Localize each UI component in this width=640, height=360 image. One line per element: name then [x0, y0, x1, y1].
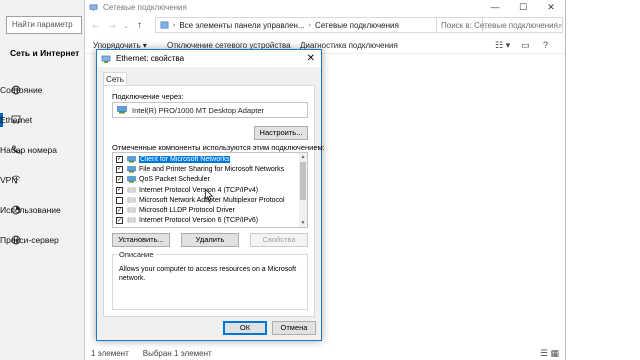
- description-legend: Описание: [117, 250, 156, 259]
- connect-using-label: Подключение через:: [112, 92, 184, 101]
- settings-window: Найти параметр Сеть и Интернет Состояние…: [0, 0, 84, 360]
- settings-nav-label: Использование: [0, 205, 61, 215]
- settings-nav-data-usage[interactable]: Использование: [0, 200, 84, 220]
- install-button[interactable]: Установить...: [112, 233, 170, 247]
- status-selected-count: Выбран 1 элемент: [142, 348, 212, 358]
- settings-nav-label: Состояние: [0, 85, 43, 95]
- settings-nav-label: VPN: [0, 175, 18, 185]
- back-arrow-icon[interactable]: ←: [91, 20, 101, 31]
- cancel-button[interactable]: Отмена: [272, 321, 316, 335]
- network-adapter-icon: [101, 55, 111, 63]
- list-item[interactable]: ✓ QoS Packet Scheduler: [113, 175, 301, 185]
- settings-nav-label: Ethernet: [0, 115, 33, 125]
- mouse-cursor-icon: [205, 189, 213, 201]
- scroll-up-icon[interactable]: ▲: [299, 153, 307, 161]
- control-panel-icon: [160, 21, 169, 29]
- list-item[interactable]: ✓ Client for Microsoft Networks: [113, 154, 301, 164]
- service-icon: [127, 166, 136, 173]
- protocol-icon: [127, 218, 136, 223]
- description-group: Описание Allows your computer to access …: [112, 250, 308, 310]
- network-connections-icon: [89, 3, 98, 11]
- maximize-button[interactable]: ☐: [509, 0, 537, 14]
- settings-nav-vpn[interactable]: VPN: [0, 170, 84, 190]
- view-options-icon[interactable]: ☷ ▾: [495, 40, 510, 51]
- protocol-icon: [127, 187, 136, 192]
- ok-button[interactable]: ОК: [223, 321, 267, 335]
- network-tab-panel: Подключение через: Intel(R) PRO/1000 MT …: [103, 85, 325, 317]
- settings-nav-label: Набор номера: [0, 145, 57, 155]
- adapter-field: Intel(R) PRO/1000 MT Desktop Adapter: [112, 102, 308, 118]
- address-bar-row: ← → ⌄ ↑ › Все элементы панели управлен..…: [85, 15, 565, 35]
- component-label: Microsoft LLDP Protocol Driver: [139, 207, 235, 215]
- dialog-titlebar: Ethernet: свойства ✕: [97, 50, 321, 67]
- component-checkbox[interactable]: ✓: [116, 217, 123, 225]
- client-icon: [127, 155, 136, 163]
- explorer-titlebar: Сетевые подключения — ☐ ✕: [85, 0, 565, 14]
- component-checkbox[interactable]: ✓: [116, 186, 123, 194]
- component-checkbox[interactable]: ✓: [116, 165, 123, 173]
- protocol-icon: [127, 207, 136, 213]
- protocol-icon: [127, 197, 136, 203]
- scrollbar-thumb[interactable]: [300, 162, 306, 200]
- preview-pane-icon[interactable]: ▭: [521, 40, 530, 51]
- explorer-search-placeholder: Поиск в: Сетевые подключения: [441, 21, 558, 30]
- properties-button[interactable]: Свойства: [250, 233, 308, 247]
- up-arrow-icon[interactable]: ↑: [137, 20, 142, 31]
- list-item[interactable]: ✓ Internet Protocol Version 6 (TCP/IPv6): [113, 216, 301, 226]
- search-icon: ⌕: [557, 21, 563, 30]
- component-label: File and Printer Sharing for Microsoft N…: [139, 165, 285, 173]
- service-icon: [127, 176, 136, 183]
- address-bar[interactable]: › Все элементы панели управлен... › Сете…: [155, 17, 483, 33]
- components-label: Отмеченные компоненты используются этим …: [112, 143, 325, 152]
- component-label: Internet Protocol Version 4 (TCP/IPv4): [139, 186, 259, 194]
- status-item-count: 1 элемент: [91, 348, 129, 358]
- forward-arrow-icon[interactable]: →: [107, 20, 117, 31]
- settings-nav-ethernet[interactable]: Ethernet: [0, 110, 84, 130]
- component-checkbox[interactable]: ✓: [116, 176, 123, 184]
- settings-heading: Сеть и Интернет: [10, 48, 80, 58]
- details-view-icon[interactable]: ☰ ▦: [540, 348, 559, 359]
- settings-nav-label: Прокси-сервер: [0, 235, 59, 245]
- components-scrollbar[interactable]: ▲ ▼: [299, 153, 307, 227]
- list-item[interactable]: ✓ File and Printer Sharing for Microsoft…: [113, 164, 301, 174]
- close-button[interactable]: ✕: [537, 0, 565, 14]
- configure-button[interactable]: Настроить...: [254, 126, 308, 140]
- component-label: QoS Packet Scheduler: [139, 176, 210, 184]
- breadcrumb-separator-icon: ›: [173, 21, 176, 29]
- network-adapter-icon: [117, 106, 127, 114]
- list-item[interactable]: ✓ Microsoft LLDP Protocol Driver: [113, 206, 301, 216]
- settings-nav-proxy[interactable]: Прокси-сервер: [0, 230, 84, 250]
- settings-nav-dialup[interactable]: Набор номера: [0, 140, 84, 160]
- status-bar: 1 элемент Выбран 1 элемент ☰ ▦: [85, 346, 565, 360]
- dialog-title: Ethernet: свойства: [116, 54, 185, 63]
- component-checkbox[interactable]: ✓: [116, 155, 123, 163]
- breadcrumb-network-connections[interactable]: Сетевые подключения: [315, 21, 399, 30]
- component-checkbox[interactable]: [116, 196, 123, 204]
- adapter-name: Intel(R) PRO/1000 MT Desktop Adapter: [132, 105, 265, 115]
- explorer-search-input[interactable]: Поиск в: Сетевые подключения ⌕: [436, 17, 563, 33]
- uninstall-button[interactable]: Удалить: [181, 233, 239, 247]
- scroll-down-icon[interactable]: ▼: [299, 219, 307, 227]
- close-icon[interactable]: ✕: [307, 53, 315, 64]
- recent-dropdown-icon[interactable]: ⌄: [123, 22, 129, 30]
- help-icon[interactable]: ?: [543, 40, 548, 50]
- description-text: Allows your computer to access resources…: [119, 266, 297, 282]
- minimize-button[interactable]: —: [481, 0, 509, 14]
- component-label: Client for Microsoft Networks: [139, 155, 231, 163]
- ethernet-properties-dialog: Ethernet: свойства ✕ Сеть Подключение че…: [96, 49, 325, 341]
- explorer-title: Сетевые подключения: [103, 2, 187, 12]
- breadcrumb-control-panel[interactable]: Все элементы панели управлен...: [179, 21, 304, 30]
- breadcrumb-separator-icon: ›: [308, 21, 311, 29]
- settings-search-input[interactable]: Найти параметр: [6, 16, 82, 34]
- component-checkbox[interactable]: ✓: [116, 207, 123, 215]
- settings-nav-status[interactable]: Состояние: [0, 80, 84, 100]
- tab-network[interactable]: Сеть: [103, 72, 127, 86]
- component-label: Internet Protocol Version 6 (TCP/IPv6): [139, 217, 259, 225]
